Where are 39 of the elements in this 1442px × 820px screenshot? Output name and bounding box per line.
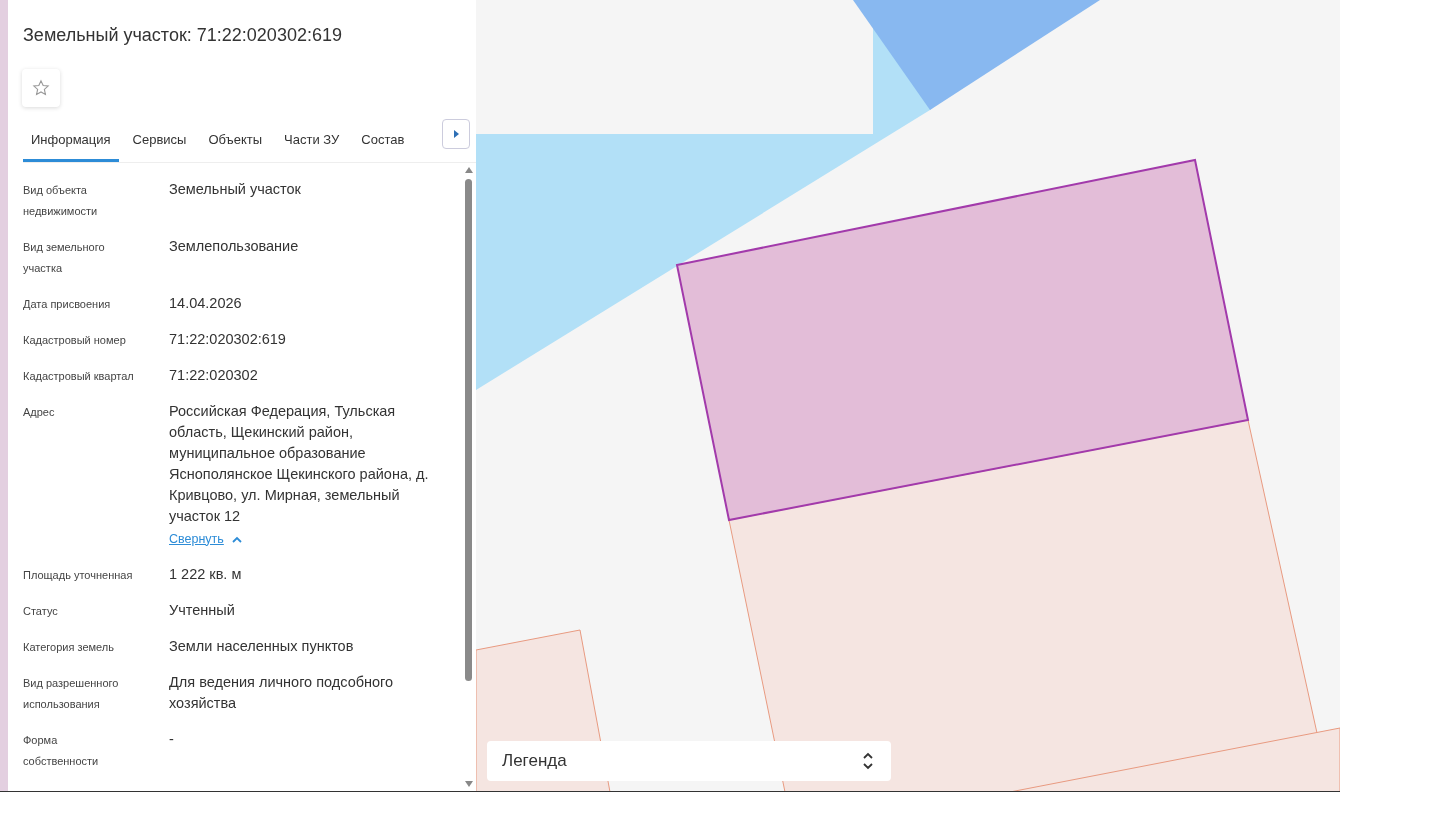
- field-label: Кадастровый квартал: [23, 368, 135, 384]
- field-label: Площадь уточненная: [23, 567, 134, 583]
- field-value: Земельный участок: [169, 179, 302, 199]
- field-label: Вид разрешенного использования: [23, 675, 120, 712]
- field-label: Дата присвоения: [23, 296, 112, 312]
- scroll-up-icon: [465, 166, 473, 173]
- chevron-icon: [231, 535, 242, 543]
- tab[interactable]: Сервисы: [124, 123, 195, 162]
- legend-dropdown[interactable]: Легенда: [487, 741, 891, 781]
- field-label: Вид объекта недвижимости: [23, 182, 99, 219]
- map[interactable]: Легенда: [476, 0, 1340, 791]
- field-value: -: [169, 729, 175, 749]
- field-value: Российская Федерация, Тульская область, Щекинский район, муниципальное образование Яснополянское Щекинского района, д. Кривцово, ул. Мирная, земельный участок 12: [169, 401, 430, 526]
- chevron-updown-icon: [863, 752, 873, 770]
- field-value: Учтенный: [169, 600, 236, 620]
- caret-icon: [453, 130, 459, 138]
- field-value: 71:22:020302:619: [169, 329, 287, 349]
- favorite-button[interactable]: [22, 69, 60, 107]
- field-value: Землепользование: [169, 236, 300, 256]
- field-label: Адрес: [23, 404, 56, 420]
- field-value: 1 222 кв. м: [169, 564, 243, 584]
- star-icon: [32, 79, 50, 97]
- field-label: Категория земель: [23, 639, 115, 655]
- collapse-link[interactable]: Свернуть: [169, 528, 242, 550]
- scroll-tabs-button[interactable]: [442, 119, 470, 149]
- field-label: Вид земельного участка: [23, 239, 106, 276]
- tab[interactable]: Информация: [23, 123, 119, 162]
- field-label: Кадастровый номер: [23, 332, 127, 348]
- field-value: 14.04.2026: [169, 293, 243, 313]
- field-value: Земли населенных пунктов: [169, 636, 355, 656]
- tab[interactable]: Части ЗУ: [276, 123, 348, 162]
- scroll-down-icon: [465, 781, 473, 787]
- field-label: Статус: [23, 603, 59, 619]
- field-value: Для ведения личного подсобного хозяйства: [169, 672, 395, 713]
- tab[interactable]: Состав: [353, 123, 413, 162]
- panel-title: Земельный участок: 71:22:020302:619: [23, 24, 343, 47]
- field-label: Форма собственности: [23, 732, 100, 769]
- tab[interactable]: Объекты: [200, 123, 271, 162]
- field-value: 71:22:020302: [169, 365, 259, 385]
